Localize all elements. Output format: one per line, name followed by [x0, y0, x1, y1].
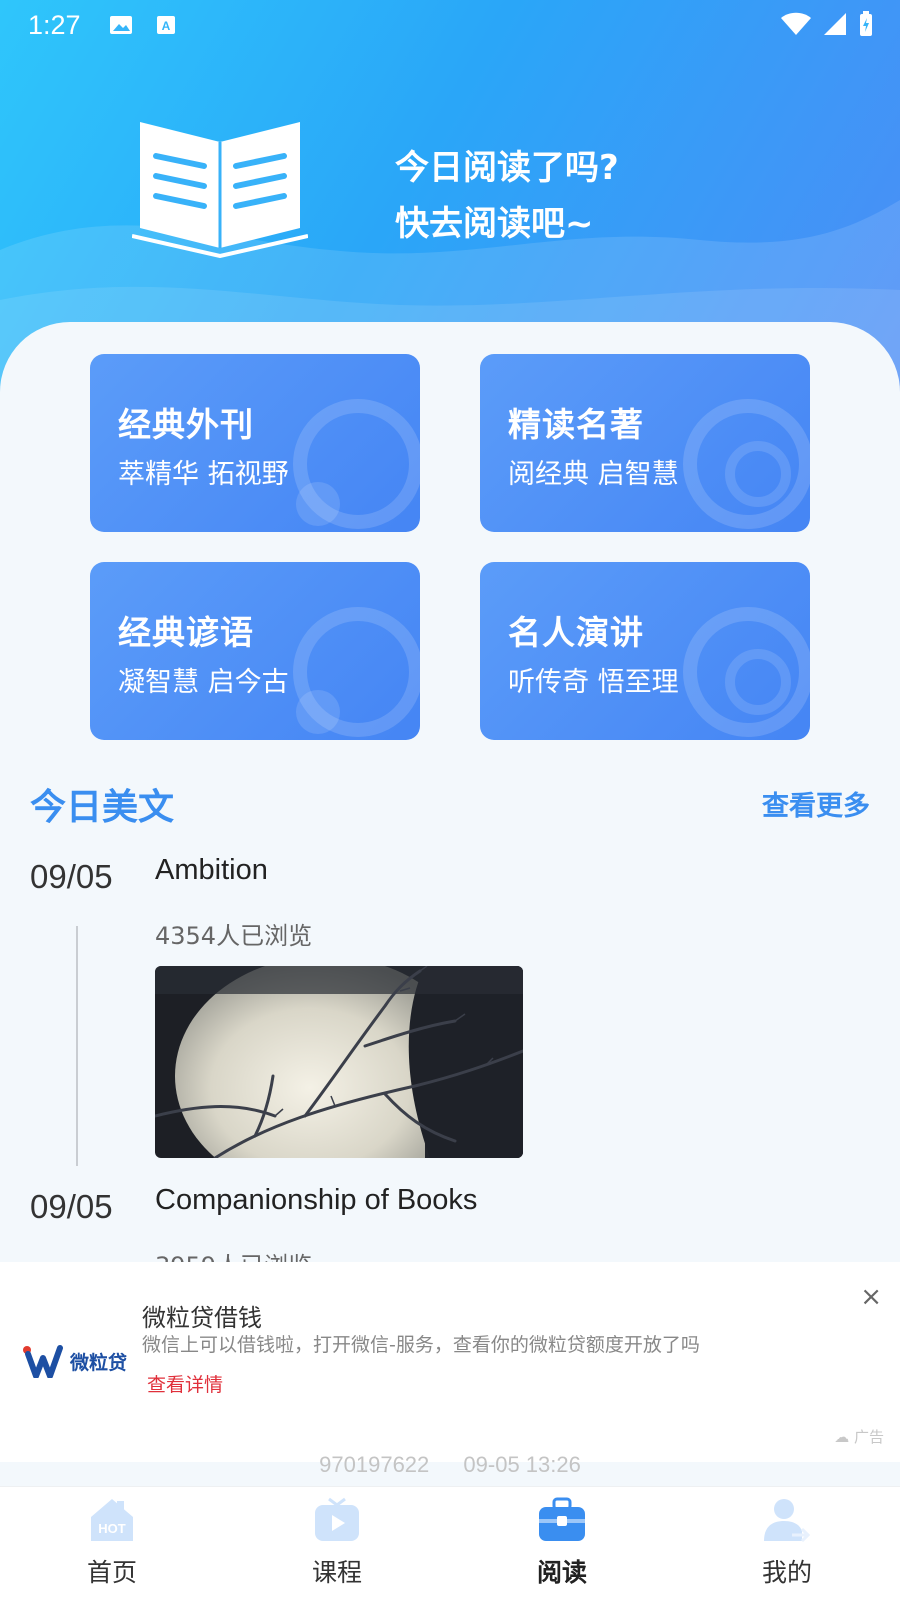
ad-logo-text: 微粒贷: [70, 1351, 128, 1374]
article-item[interactable]: 09/05 Ambition 4354人已浏览: [30, 854, 870, 1168]
card-decoration-icon: [683, 399, 810, 529]
image-icon: [109, 16, 132, 34]
category-card-waikan[interactable]: 经典外刊 萃精华 拓视野: [90, 354, 420, 532]
view-more-link[interactable]: 查看更多: [762, 784, 870, 823]
svg-text:A: A: [161, 19, 170, 33]
category-card-mingzhu[interactable]: 精读名著 阅经典 启智慧: [480, 354, 810, 532]
ad-title[interactable]: 微粒贷借钱: [142, 1298, 262, 1333]
ad-banner[interactable]: 微粒贷 微粒贷借钱 微信上可以借钱啦，打开微信-服务，查看你的微粒贷额度开放了吗…: [0, 1262, 900, 1462]
article-item[interactable]: 09/05 Companionship of Books 3959人已浏览: [30, 1188, 870, 1262]
nav-tab-course[interactable]: 课程: [257, 1487, 417, 1600]
article-date: 09/05: [30, 1188, 113, 1225]
section-header: 今日美文 查看更多: [30, 778, 870, 828]
nav-label: 阅读: [536, 1558, 587, 1587]
text-icon: A: [156, 16, 175, 34]
ad-close-button[interactable]: ×: [860, 1282, 882, 1312]
hero-line-1: 今日阅读了吗?: [395, 148, 619, 188]
card-decoration-icon: [293, 607, 420, 737]
category-subtitle: 听传奇 悟至理: [508, 667, 679, 698]
article-thumbnail[interactable]: [155, 966, 523, 1158]
nav-tab-profile[interactable]: 我的: [707, 1487, 867, 1600]
nav-tab-home[interactable]: HOT 首页: [32, 1487, 192, 1600]
reading-icon: [539, 1497, 585, 1541]
open-book-icon: [132, 122, 308, 258]
bottom-navigation: HOT 首页 课程 阅读 我的: [0, 1486, 900, 1600]
category-title: 精读名著: [508, 405, 644, 444]
category-subtitle: 萃精华 拓视野: [118, 459, 289, 490]
card-decoration-icon: [293, 399, 420, 529]
category-card-yanjiang[interactable]: 名人演讲 听传奇 悟至理: [480, 562, 810, 740]
card-decoration-icon: [683, 607, 810, 737]
category-card-yanyu[interactable]: 经典谚语 凝智慧 启今古: [90, 562, 420, 740]
home-icon: HOT: [91, 1499, 133, 1541]
article-views: 4354人已浏览: [155, 922, 313, 950]
category-title: 名人演讲: [508, 613, 644, 652]
article-date: 09/05: [30, 858, 113, 895]
branch-moon-image: [155, 966, 523, 1158]
article-title[interactable]: Ambition: [155, 854, 268, 887]
battery-icon: [860, 11, 872, 36]
nav-label: 课程: [311, 1558, 362, 1587]
hero-line-2: 快去阅读吧~: [395, 204, 594, 244]
category-subtitle: 凝智慧 启今古: [118, 667, 289, 698]
ad-tag-text: 广告: [853, 1428, 884, 1446]
nav-tab-reading[interactable]: 阅读: [482, 1487, 642, 1600]
ad-logo: 微粒贷: [22, 1344, 127, 1378]
course-icon: [315, 1497, 359, 1541]
signal-icon: [824, 13, 846, 35]
article-views: 3959人已浏览: [155, 1246, 312, 1262]
cloud-icon: ☁: [834, 1428, 850, 1446]
category-title: 经典外刊: [118, 405, 254, 444]
weilidai-logo-icon: [23, 1345, 63, 1378]
nav-label: 首页: [86, 1558, 137, 1587]
hero-text: 今日阅读了吗? 快去阅读吧~: [395, 140, 619, 252]
article-title[interactable]: Companionship of Books: [155, 1188, 477, 1217]
wifi-icon: [781, 12, 811, 35]
ad-detail-link[interactable]: 查看详情: [147, 1370, 223, 1397]
nav-label: 我的: [761, 1558, 812, 1587]
category-subtitle: 阅经典 启智慧: [508, 459, 679, 490]
ad-label: ☁ 广告: [834, 1426, 884, 1447]
meta-id: 970197622: [319, 1452, 430, 1477]
status-bar: 1:27 A: [0, 0, 900, 50]
profile-icon: [764, 1499, 811, 1543]
meta-datetime: 09-05 13:26: [463, 1452, 581, 1477]
status-time: 1:27: [28, 9, 81, 40]
section-title: 今日美文: [30, 787, 175, 828]
ad-description: 微信上可以借钱啦，打开微信-服务，查看你的微粒贷额度开放了吗: [142, 1334, 700, 1356]
timeline-line: [76, 926, 78, 1166]
svg-text:HOT: HOT: [98, 1521, 126, 1536]
meta-line: 970197622 09-05 13:26: [0, 1452, 900, 1478]
category-title: 经典谚语: [118, 613, 254, 652]
